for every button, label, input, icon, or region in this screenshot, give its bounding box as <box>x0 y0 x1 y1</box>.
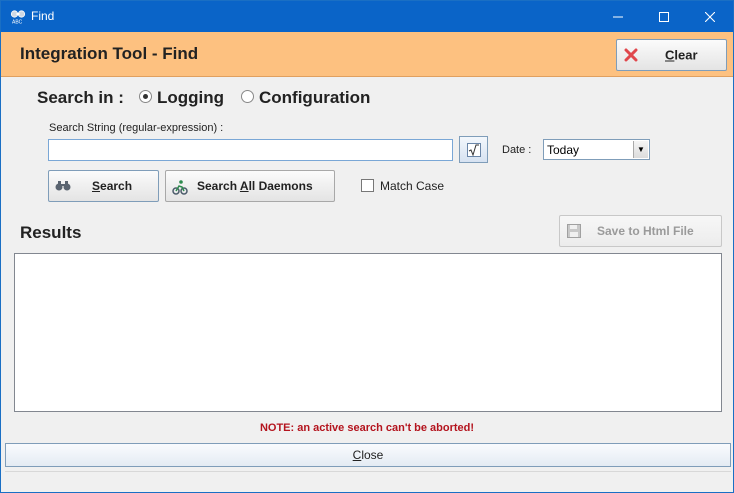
radio-configuration[interactable] <box>241 90 254 103</box>
search-all-label: Search All Daemons <box>197 179 313 193</box>
svg-text:ABC: ABC <box>12 20 23 25</box>
save-html-button[interactable]: Save to Html File <box>559 215 722 247</box>
clear-button[interactable]: Clear <box>616 39 727 71</box>
close-icon <box>705 11 715 22</box>
clear-label: Clear <box>665 47 698 63</box>
search-button[interactable]: Search <box>48 170 159 202</box>
title-bar[interactable]: ABC Find <box>1 1 733 32</box>
search-in-label: Search in : <box>37 88 124 107</box>
minimize-icon <box>613 16 623 17</box>
regex-button[interactable] <box>459 136 488 163</box>
search-input[interactable] <box>48 139 453 161</box>
match-case-checkbox[interactable] <box>361 179 374 192</box>
cyclist-icon <box>172 179 188 198</box>
maximize-icon <box>659 11 669 22</box>
results-list[interactable] <box>14 253 722 412</box>
minimize-button[interactable] <box>595 1 641 32</box>
app-icon: ABC <box>10 8 26 26</box>
page-title: Integration Tool - Find <box>20 44 199 63</box>
find-window: ABC Find Integration Tool - Find Clear S… <box>0 0 734 493</box>
close-button[interactable]: Close <box>5 443 731 467</box>
divider <box>5 471 731 472</box>
radio-configuration-label[interactable]: Configuration <box>259 88 370 108</box>
floppy-disk-icon <box>567 224 581 241</box>
maximize-button[interactable] <box>641 1 687 32</box>
save-label: Save to Html File <box>597 224 694 238</box>
chevron-down-icon[interactable]: ▼ <box>633 141 648 158</box>
search-string-label: Search String (regular-expression) : <box>49 122 224 134</box>
date-label: Date : <box>502 144 532 156</box>
red-x-icon <box>624 48 638 65</box>
close-window-button[interactable] <box>687 1 733 32</box>
date-select[interactable]: Today ▼ <box>543 139 650 160</box>
date-select-value: Today <box>547 143 580 157</box>
search-all-daemons-button[interactable]: Search All Daemons <box>165 170 335 202</box>
abort-note: NOTE: an active search can't be aborted! <box>259 422 475 434</box>
results-heading: Results <box>20 223 82 242</box>
radio-logging-label[interactable]: Logging <box>157 88 224 108</box>
radio-logging[interactable] <box>139 90 152 103</box>
window-title: Find <box>31 9 55 23</box>
search-label: Search <box>92 179 133 193</box>
binoculars-icon <box>55 180 71 195</box>
sqrt-icon <box>467 143 481 162</box>
match-case-label[interactable]: Match Case <box>380 179 444 193</box>
